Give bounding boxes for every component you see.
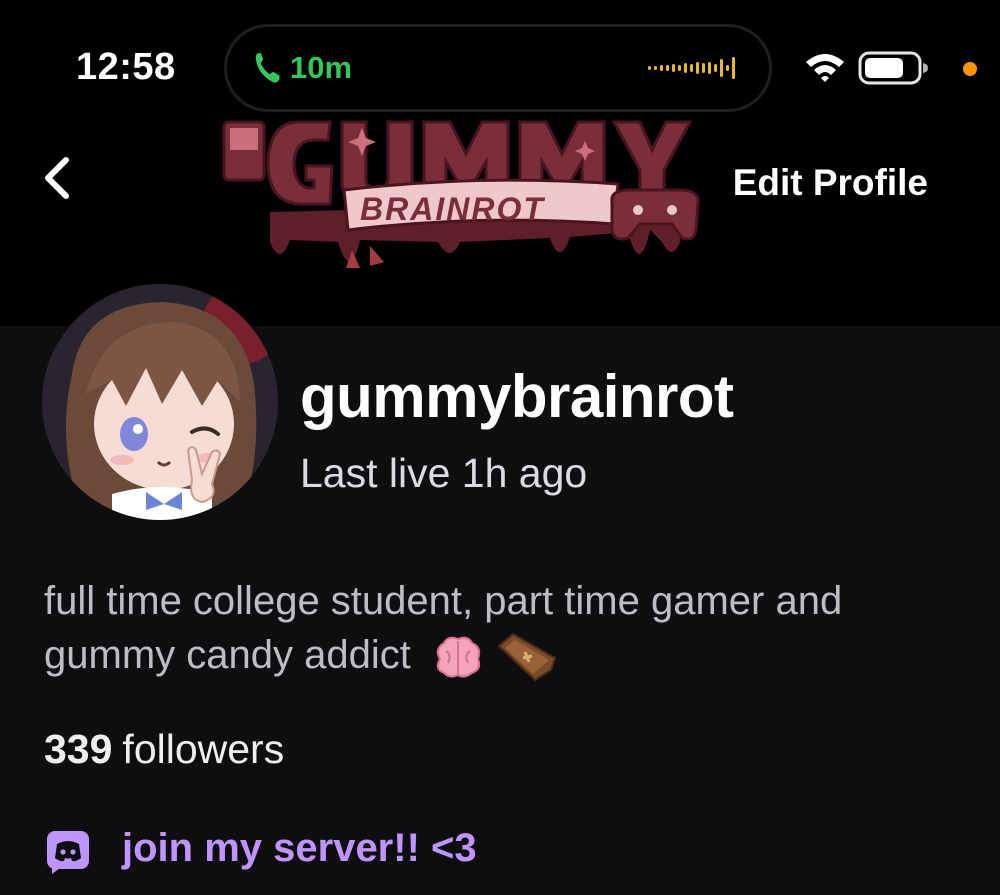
discord-icon xyxy=(47,831,89,874)
server-link[interactable]: join my server!! <3 xyxy=(122,826,477,871)
followers-number: 339 xyxy=(44,726,113,772)
wifi-icon xyxy=(806,54,844,82)
profile-bio: full time college student, part time gam… xyxy=(44,574,964,682)
banner-logo: BRAINROT xyxy=(222,120,700,268)
back-button[interactable] xyxy=(34,148,82,208)
coffin-emoji xyxy=(497,633,557,682)
status-time: 12:58 xyxy=(76,46,176,88)
edit-profile-button[interactable]: Edit Profile xyxy=(733,162,928,204)
avatar[interactable] xyxy=(42,284,278,520)
audio-waveform-icon xyxy=(648,57,735,79)
last-live-status: Last live 1h ago xyxy=(300,450,588,496)
brain-emoji xyxy=(436,637,481,679)
followers-label: followers xyxy=(122,726,285,772)
svg-text:BRAINROT: BRAINROT xyxy=(360,191,545,227)
followers-count[interactable]: 339 followers xyxy=(44,726,284,773)
username: gummybrainrot xyxy=(300,363,734,430)
phone-icon xyxy=(255,53,280,83)
privacy-indicator-dot xyxy=(963,62,977,76)
call-duration: 10m xyxy=(290,50,353,85)
battery-icon xyxy=(858,51,928,85)
avatar-illustration xyxy=(42,284,278,520)
